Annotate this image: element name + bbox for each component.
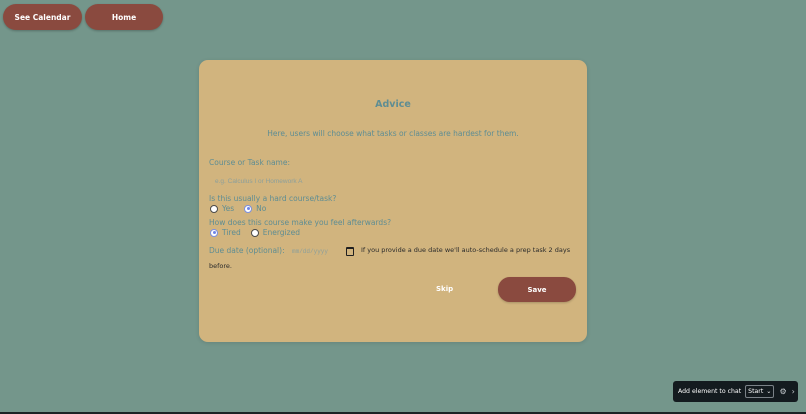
feel-energized-label: Energized [262, 228, 300, 237]
home-button[interactable]: Home [85, 4, 163, 30]
due-date-label: Due date (optional): [209, 246, 285, 255]
chevron-right-icon[interactable]: › [792, 387, 795, 396]
due-date-note-continued: before. [209, 262, 232, 270]
due-date-placeholder: mm/dd/yyyy [292, 247, 329, 255]
chat-start-select[interactable]: Start ⌄ [745, 385, 775, 398]
course-label: Course or Task name: [209, 158, 290, 167]
feel-energized-radio[interactable] [250, 228, 259, 237]
calendar-icon[interactable] [346, 246, 354, 256]
due-date-input[interactable]: mm/dd/yyyy [292, 245, 354, 257]
feel-radio-group: Tired Energized [210, 228, 310, 237]
feel-tired-radio[interactable] [210, 228, 218, 237]
hard-no-radio[interactable] [244, 204, 253, 213]
add-to-chat-label: Add element to chat [678, 388, 742, 395]
hard-radio-group: Yes No [210, 204, 276, 213]
see-calendar-button[interactable]: See Calendar [3, 4, 82, 30]
feel-tired-label: Tired [222, 228, 241, 237]
course-input[interactable] [209, 174, 575, 188]
feel-question-label: How does this course make you feel after… [209, 218, 392, 227]
due-date-note: If you provide a due date we'll auto-sch… [361, 246, 571, 254]
page-subtitle: Here, users will choose what tasks or cl… [267, 129, 519, 138]
advice-card: Advice Here, users will choose what task… [199, 60, 587, 342]
chevron-down-icon: ⌄ [766, 388, 772, 395]
page-title: Advice [375, 99, 411, 110]
gear-icon[interactable]: ⚙ [779, 387, 786, 396]
save-button[interactable]: Save [498, 277, 576, 302]
skip-button[interactable]: Skip [436, 285, 453, 293]
hard-question-label: Is this usually a hard course/task? [209, 194, 337, 203]
add-to-chat-widget: Add element to chat Start ⌄ ⚙ › [673, 381, 798, 402]
chat-start-value: Start [748, 388, 764, 395]
hard-no-label: No [256, 204, 267, 213]
hard-yes-radio[interactable] [210, 204, 218, 213]
hard-yes-label: Yes [222, 204, 235, 213]
